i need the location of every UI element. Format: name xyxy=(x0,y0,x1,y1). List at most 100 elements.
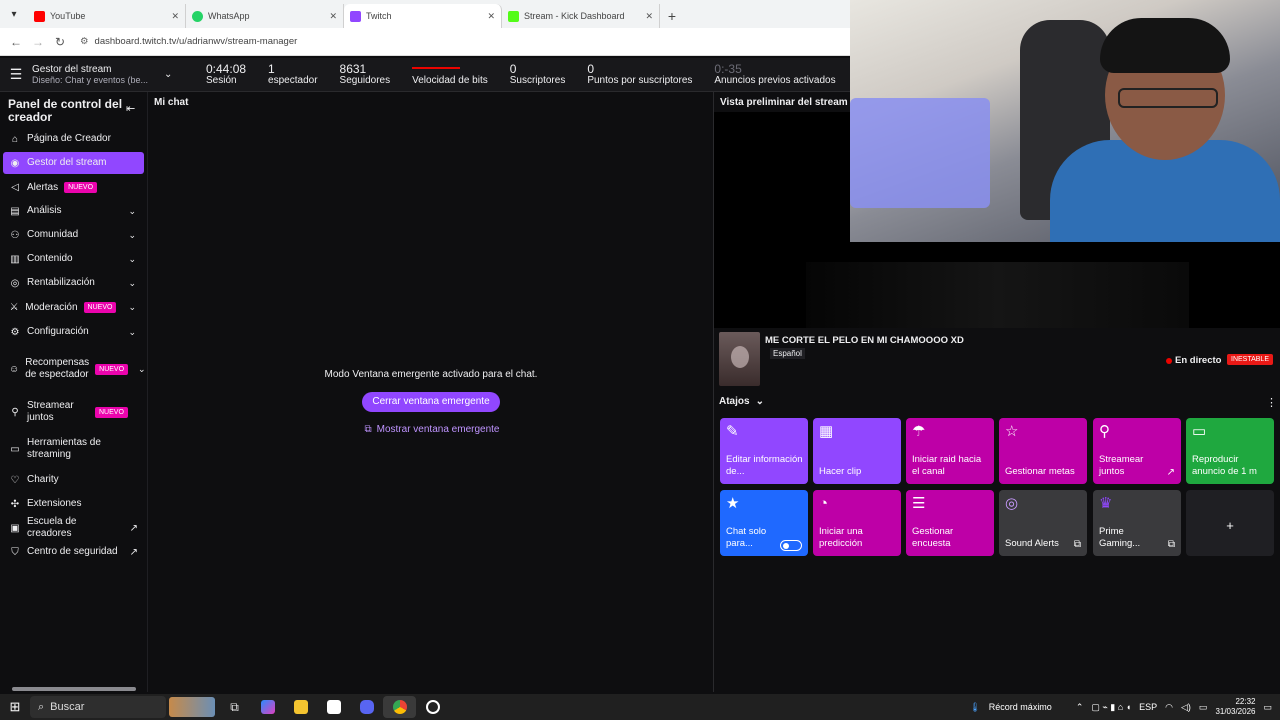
volume-icon[interactable]: ◁) xyxy=(1181,702,1191,713)
chrome-icon[interactable] xyxy=(383,696,416,718)
sidebar-item-creator-camp[interactable]: ▣ Escuela de creadores ↗ xyxy=(3,516,144,539)
stat-label: espectador xyxy=(268,74,318,86)
task-view-icon[interactable]: ⧉ xyxy=(218,696,251,718)
tab-kick[interactable]: Stream - Kick Dashboard ✕ xyxy=(502,4,660,28)
sidebar-item-community[interactable]: ⚇ Comunidad ⌄ xyxy=(3,227,144,243)
widgets-icon[interactable] xyxy=(166,696,218,718)
sidebar-item-streaming-tools[interactable]: ▭ Herramientas de streaming xyxy=(3,436,144,462)
reload-icon[interactable]: ↻ xyxy=(52,35,68,49)
external-arrow-icon: ↗ xyxy=(1166,467,1175,478)
close-popup-button[interactable]: Cerrar ventana emergente xyxy=(362,392,500,412)
clock-time: 22:32 xyxy=(1235,697,1256,706)
header-title: Gestor del stream xyxy=(32,63,112,75)
shortcut-label: Iniciar raid hacia el canal xyxy=(912,454,982,477)
sidebar-item-safety-center[interactable]: ⛉ Centro de seguridad ↗ xyxy=(3,544,144,560)
popup-mode-message: Modo Ventana emergente activado para el … xyxy=(324,369,538,380)
layout-selector[interactable]: Gestor del stream Diseño: Chat y eventos… xyxy=(32,64,164,86)
stat-label: Suscriptores xyxy=(509,74,566,86)
shortcut-start-prediction[interactable]: ◔ Iniciar una predicción xyxy=(813,490,901,556)
chevron-down-icon[interactable]: ⌄ xyxy=(164,69,206,80)
sidebar-item-monetization[interactable]: ◎ Rentabilización ⌄ xyxy=(3,275,144,291)
obs-icon[interactable] xyxy=(416,696,449,718)
notifications-icon[interactable]: ▭ xyxy=(1263,702,1272,713)
menu-icon[interactable]: ☰ xyxy=(0,66,32,83)
close-tab-icon[interactable]: ✕ xyxy=(487,11,495,22)
sidebar-item-stream-together[interactable]: ⚲ Streamear juntos NUEVO xyxy=(3,399,144,425)
shortcut-manage-poll[interactable]: ☰ Gestionar encuesta xyxy=(906,490,994,556)
sidebar-item-label: Comunidad xyxy=(27,229,79,240)
sidebar-item-label: Extensiones xyxy=(27,498,82,509)
subscriber-chat-toggle[interactable] xyxy=(780,540,802,551)
forward-icon[interactable]: → xyxy=(30,35,46,49)
sidebar-item-label: Streamear juntos xyxy=(27,400,74,423)
add-shortcut-button[interactable]: + xyxy=(1186,490,1274,556)
tray-icons[interactable]: ▢ ⌁ ▮ ⌂ ◖ xyxy=(1091,702,1131,713)
taskbar-search[interactable]: ⌕ Buscar xyxy=(30,696,166,718)
store-icon[interactable] xyxy=(317,696,350,718)
close-tab-icon[interactable]: ✕ xyxy=(645,11,653,22)
chevron-up-icon[interactable]: ⌃ xyxy=(1076,702,1084,713)
connection-status-badge: INESTABLE xyxy=(1227,354,1273,365)
rewards-icon: ☺ xyxy=(9,363,20,375)
sidebar-item-charity[interactable]: ♡ Charity xyxy=(3,472,144,488)
shortcut-subscriber-chat[interactable]: ★ Chat solo para... xyxy=(720,490,808,556)
url-field[interactable]: ⚙ dashboard.twitch.tv/u/adrianwv/stream-… xyxy=(80,36,297,47)
battery-icon[interactable]: ▭ xyxy=(1199,702,1208,713)
wifi-icon[interactable]: ◠ xyxy=(1165,702,1173,713)
preview-title-label: Vista preliminar del stream xyxy=(720,97,848,108)
discord-icon[interactable] xyxy=(350,696,383,718)
copilot-icon[interactable] xyxy=(251,696,284,718)
preview-title[interactable]: Vista preliminar del stream ⌄ xyxy=(720,97,859,108)
clock-date: 31/03/2026 xyxy=(1215,707,1256,716)
show-popup-link[interactable]: ⧉ Mostrar ventana emergente xyxy=(362,424,502,435)
sidebar-item-content[interactable]: ▥ Contenido ⌄ xyxy=(3,251,144,267)
shortcut-label: Sound Alerts xyxy=(1005,538,1059,549)
tab-youtube[interactable]: YouTube ✕ xyxy=(28,4,186,28)
horizontal-scrollbar[interactable] xyxy=(4,686,144,692)
shortcuts-header[interactable]: Atajos ⌄ xyxy=(719,396,764,407)
sidebar-item-stream-manager[interactable]: ◉ Gestor del stream xyxy=(3,152,144,174)
stream-title: ME CORTE EL PELO EN MI CHAMOOOO XD xyxy=(765,335,964,346)
sidebar-item-moderation[interactable]: ⚔ Moderación NUEVO ⌄ xyxy=(3,299,144,315)
sidebar-item-label: Moderación xyxy=(25,301,78,313)
sidebar-item-extensions[interactable]: ✣ Extensiones xyxy=(3,496,144,512)
clock[interactable]: 22:32 31/03/2026 xyxy=(1215,697,1255,717)
megaphone-icon: ◁ xyxy=(11,181,19,193)
sidebar-item-viewer-rewards[interactable]: ☺ Recompensas de espectador NUEVO ⌄ xyxy=(3,350,146,388)
sidebar-item-analytics[interactable]: ▤ Análisis ⌄ xyxy=(3,203,144,219)
site-info-icon[interactable]: ⚙ xyxy=(80,36,89,47)
new-tab-button[interactable]: + xyxy=(660,4,684,28)
shortcut-manage-goals[interactable]: ☆ Gestionar metas xyxy=(999,418,1087,484)
tab-whatsapp[interactable]: WhatsApp ✕ xyxy=(186,4,344,28)
shortcut-run-ad[interactable]: ▭ Reproducir anuncio de 1 m xyxy=(1186,418,1274,484)
scrollbar-thumb[interactable] xyxy=(12,687,136,691)
address-bar: ← → ↻ ⚙ dashboard.twitch.tv/u/adrianwv/s… xyxy=(0,28,850,56)
back-icon[interactable]: ← xyxy=(8,35,24,49)
windows-start-icon[interactable]: ⊞ xyxy=(0,699,30,715)
shortcut-sound-alerts[interactable]: ◎ Sound Alerts ⧉ xyxy=(999,490,1087,556)
collapse-sidebar-icon[interactable]: ⇤ xyxy=(126,102,135,115)
sidebar-item-label: Charity xyxy=(27,474,59,485)
shortcut-label: Editar información de... xyxy=(726,454,803,477)
shortcuts-title: Atajos xyxy=(719,396,750,407)
close-tab-icon[interactable]: ✕ xyxy=(171,11,179,22)
close-tab-icon[interactable]: ✕ xyxy=(329,11,337,22)
chevron-down-icon: ⌄ xyxy=(128,277,136,288)
weather-label: Récord máximo xyxy=(988,702,1052,712)
tab-twitch[interactable]: Twitch ✕ xyxy=(344,4,502,28)
puzzle-icon: ✣ xyxy=(10,498,20,510)
sidebar-item-label: Análisis xyxy=(27,205,62,216)
sidebar-item-creator-page[interactable]: ⌂ Página de Creador xyxy=(3,131,144,147)
sidebar-item-settings[interactable]: ⚙ Configuración ⌄ xyxy=(3,324,144,340)
sidebar-item-alerts[interactable]: ◁ Alertas NUEVO xyxy=(3,179,144,195)
shortcut-start-raid[interactable]: ☂ Iniciar raid hacia el canal xyxy=(906,418,994,484)
video-frame xyxy=(806,262,1189,328)
file-explorer-icon[interactable] xyxy=(284,696,317,718)
shortcut-stream-together[interactable]: ⚲ Streamear juntos ↗ xyxy=(1093,418,1181,484)
shortcut-make-clip[interactable]: ▦ Hacer clip xyxy=(813,418,901,484)
tab-list-button[interactable]: ▾ xyxy=(0,0,28,28)
more-options-icon[interactable]: ⋮ xyxy=(1266,396,1277,409)
shortcut-prime-gaming[interactable]: ♛ Prime Gaming... ⧉ xyxy=(1093,490,1181,556)
shortcut-edit-info[interactable]: ✎ Editar información de... xyxy=(720,418,808,484)
language-indicator[interactable]: ESP xyxy=(1139,702,1157,712)
